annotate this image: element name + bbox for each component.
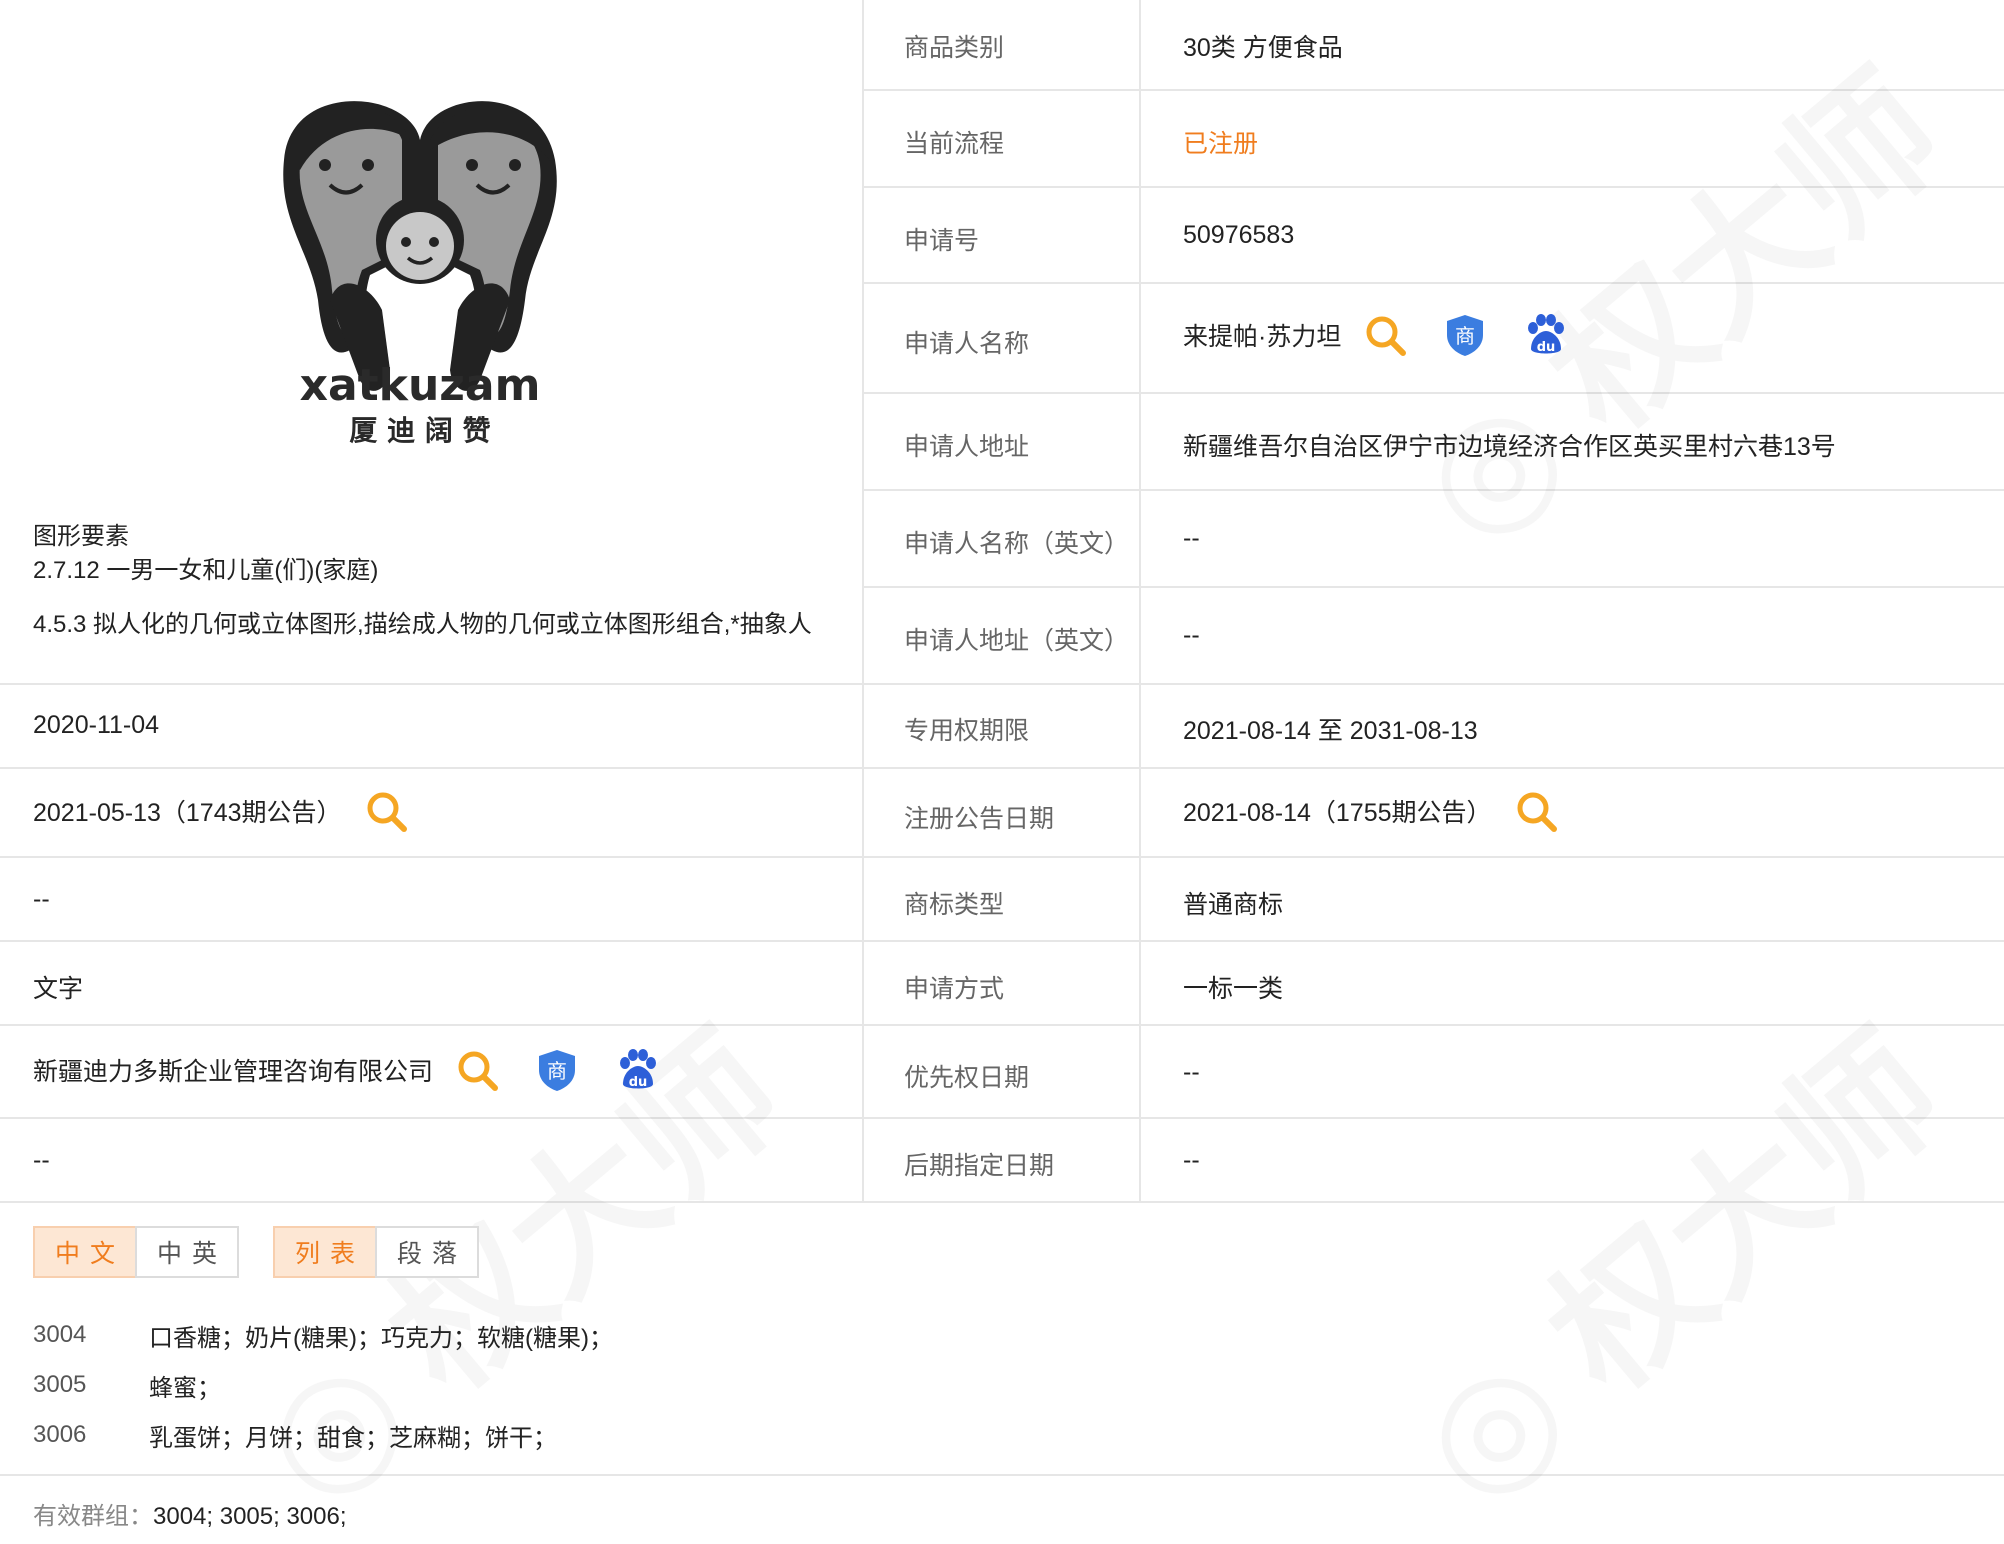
search-icon[interactable] [1514, 789, 1558, 833]
value-later-date: -- [1183, 1146, 1200, 1174]
left-row-6: -- [33, 1146, 50, 1174]
label-later-date: 后期指定日期 [904, 1152, 1055, 1180]
value-process: 已注册 [1183, 130, 1259, 158]
mark-form: 文字 [33, 975, 84, 1003]
label-process: 当前流程 [904, 130, 1005, 158]
value-priority: -- [1183, 1058, 1200, 1086]
language-tabs: 中文 中英 [33, 1226, 239, 1278]
goods-text: 乳蛋饼；月饼；甜食；芝麻糊；饼干； [149, 1424, 557, 1452]
value-category: 30类 方便食品 [1183, 34, 1343, 62]
left-row-3: -- [33, 885, 50, 913]
tab-list[interactable]: 列表 [273, 1226, 377, 1278]
label-app-no: 申请号 [904, 227, 980, 255]
value-apply-method: 一标一类 [1183, 975, 1284, 1003]
label-address-en: 申请人地址（英文） [904, 627, 1130, 655]
figure-elements: 图形要素 2.7.12 一男一女和儿童(们)(家庭) 4.5.3 拟人化的几何或… [33, 520, 812, 642]
figure-elements-title: 图形要素 [33, 523, 129, 550]
preliminary-notice: 2021-05-13（1743期公告） [33, 799, 342, 827]
svg-text:商: 商 [1455, 324, 1475, 348]
label-apply-method: 申请方式 [904, 975, 1005, 1003]
value-address-en: -- [1183, 621, 1200, 649]
search-icon[interactable] [1363, 313, 1407, 357]
trademark-shield-icon[interactable]: 商 [1443, 313, 1487, 357]
label-category: 商品类别 [904, 34, 1005, 62]
figure-element-item: 2.7.12 一男一女和儿童(们)(家庭) [33, 557, 379, 584]
list-item: 3004 口香糖；奶片(糖果)；巧克力；软糖(糖果)； [33, 1310, 613, 1360]
goods-text: 蜂蜜； [149, 1374, 221, 1402]
goods-code: 3004 [33, 1321, 87, 1348]
label-reg-notice: 注册公告日期 [904, 805, 1055, 833]
svg-text:du: du [629, 1075, 648, 1090]
list-item: 3005 蜂蜜； [33, 1360, 613, 1410]
watermark: ◎ 权大师 [1363, 975, 1979, 1541]
baidu-icon[interactable]: du [615, 1048, 659, 1092]
application-date: 2020-11-04 [33, 711, 160, 739]
value-mark-type: 普通商标 [1183, 891, 1284, 919]
agent-row: 新疆迪力多斯企业管理咨询有限公司 商 du [33, 1048, 659, 1092]
agent-name: 新疆迪力多斯企业管理咨询有限公司 [33, 1058, 434, 1086]
goods-text: 口香糖；奶片(糖果)；巧克力；软糖(糖果)； [149, 1324, 613, 1352]
figure-element-item: 4.5.3 拟人化的几何或立体图形,描绘成人物的几何或立体图形组合,*抽象人 [33, 611, 812, 638]
goods-code: 3005 [33, 1371, 87, 1398]
search-icon[interactable] [364, 789, 408, 833]
tab-paragraph[interactable]: 段落 [375, 1226, 479, 1278]
label-term: 专用权期限 [904, 717, 1030, 745]
valid-groups-value: 3004; 3005; 3006; [153, 1503, 347, 1530]
trademark-shield-icon[interactable]: 商 [535, 1048, 579, 1092]
brand-cn-text: 厦 迪 阔 赞 [349, 414, 490, 447]
view-tabs: 列表 段落 [273, 1226, 479, 1278]
label-mark-type: 商标类型 [904, 891, 1005, 919]
trademark-image: xatkuzam 厦 迪 阔 赞 [270, 70, 570, 450]
label-priority: 优先权日期 [904, 1064, 1030, 1092]
value-address: 新疆维吾尔自治区伊宁市边境经济合作区英买里村六巷13号 [1183, 433, 1836, 461]
label-applicant: 申请人名称 [904, 330, 1030, 358]
list-item: 3006 乳蛋饼；月饼；甜食；芝麻糊；饼干； [33, 1410, 613, 1460]
valid-groups-label: 有效群组： [33, 1503, 153, 1530]
value-app-no: 50976583 [1183, 221, 1295, 249]
value-term: 2021-08-14 至 2031-08-13 [1183, 717, 1478, 745]
goods-list: 3004 口香糖；奶片(糖果)；巧克力；软糖(糖果)； 3005 蜂蜜； 300… [33, 1310, 613, 1460]
valid-groups: 有效群组：3004; 3005; 3006; [33, 1496, 347, 1531]
tab-chinese-english[interactable]: 中英 [135, 1226, 239, 1278]
label-address: 申请人地址 [904, 433, 1030, 461]
brand-text: xatkuzam [300, 360, 541, 411]
preliminary-notice-row: 2021-05-13（1743期公告） [33, 789, 408, 833]
tab-chinese[interactable]: 中文 [33, 1226, 137, 1278]
reg-notice-row: 2021-08-14（1755期公告） [1183, 789, 1558, 833]
svg-text:du: du [1537, 340, 1556, 355]
baidu-icon[interactable]: du [1523, 313, 1567, 357]
svg-text:商: 商 [547, 1059, 567, 1083]
value-reg-notice: 2021-08-14（1755期公告） [1183, 799, 1492, 827]
watermark: ◎ 权大师 [1363, 15, 1979, 581]
goods-code: 3006 [33, 1421, 87, 1448]
value-applicant: 来提帕·苏力坦 [1183, 323, 1342, 351]
value-applicant-en: -- [1183, 524, 1200, 552]
applicant-row: 来提帕·苏力坦 商 du [1183, 313, 1567, 357]
label-applicant-en: 申请人名称（英文） [904, 530, 1130, 558]
search-icon[interactable] [455, 1048, 499, 1092]
